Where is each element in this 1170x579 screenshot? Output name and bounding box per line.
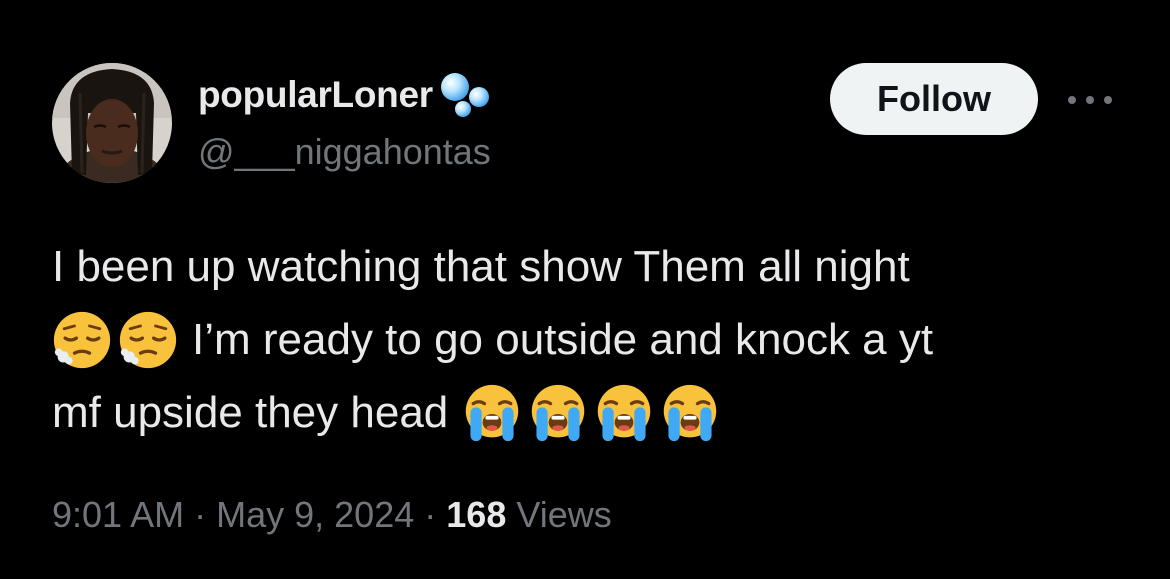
tweet-time[interactable]: 9:01 AM [52,494,184,535]
tweet-line-1-text: I been up watching that show Them all ni… [52,242,910,291]
more-dot [1104,96,1112,104]
meta-separator: · [424,494,437,535]
tweet-date[interactable]: May 9, 2024 [216,494,414,535]
bubbles-icon [440,73,489,117]
tweet-line-1: I been up watching that show Them all ni… [52,230,1132,303]
views-count[interactable]: 168 [446,494,506,535]
follow-button[interactable]: Follow [830,63,1038,135]
tweet-line-3-text: mf upside they head [52,388,449,437]
meta-separator: · [194,494,207,535]
tweet-line-2-text: I’m ready to go outside and knock a yt [192,315,934,364]
display-name[interactable]: popularLoner [198,74,433,116]
more-horizontal-icon[interactable] [1068,90,1112,110]
tweet-meta: 9:01 AM · May 9, 2024 · 168 Views [52,494,612,536]
views-label[interactable]: Views [516,494,611,535]
loudly-crying-face-emoji [528,383,588,443]
more-dot [1068,96,1076,104]
loudly-crying-face-emoji [660,383,720,443]
tweet-line-3: mf upside they head [52,376,1132,449]
tweet-text: I been up watching that show Them all ni… [52,230,1132,449]
tweet-line-2: I’m ready to go outside and knock a yt [52,303,1132,376]
relieved-face-emoji [118,310,178,370]
loudly-crying-face-emoji [462,383,522,443]
relieved-face-emoji [52,310,112,370]
user-handle[interactable]: @___niggahontas [198,131,491,173]
avatar[interactable] [52,63,172,183]
more-dot [1086,96,1094,104]
loudly-crying-face-emoji [594,383,654,443]
